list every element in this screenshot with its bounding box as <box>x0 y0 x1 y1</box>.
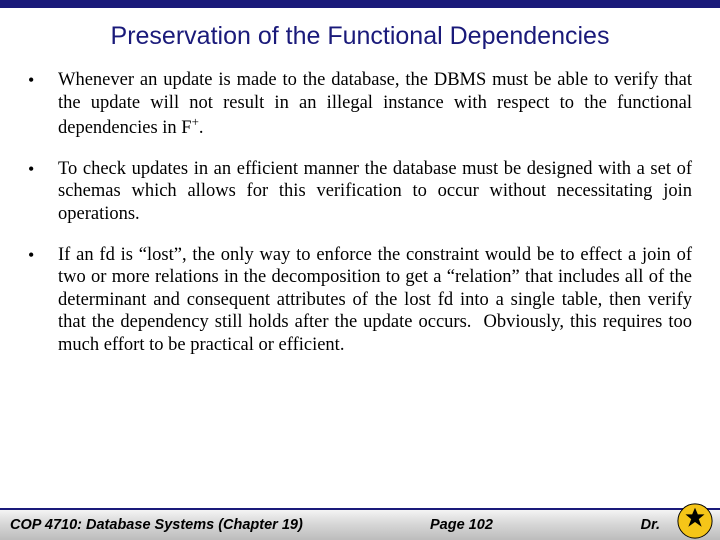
bullet-marker: • <box>28 69 58 140</box>
footer-page: Page 102 <box>430 517 493 533</box>
bullet-text: If an fd is “lost”, the only way to enfo… <box>58 244 692 357</box>
slide-title: Preservation of the Functional Dependenc… <box>0 22 720 51</box>
bullet-item: • Whenever an update is made to the data… <box>28 69 692 140</box>
slide-footer: COP 4710: Database Systems (Chapter 19) … <box>0 508 720 540</box>
slide-content: • Whenever an update is made to the data… <box>0 69 720 356</box>
bullet-text: To check updates in an efficient manner … <box>58 158 692 226</box>
bullet-marker: • <box>28 158 58 226</box>
bullet-item: • To check updates in an efficient manne… <box>28 158 692 226</box>
bullet-text: Whenever an update is made to the databa… <box>58 69 692 140</box>
top-border <box>0 0 720 8</box>
footer-author: Dr. <box>641 517 660 533</box>
footer-course: COP 4710: Database Systems (Chapter 19) <box>10 517 303 533</box>
bullet-marker: • <box>28 244 58 357</box>
ucf-logo-icon <box>676 502 714 540</box>
bullet-item: • If an fd is “lost”, the only way to en… <box>28 244 692 357</box>
